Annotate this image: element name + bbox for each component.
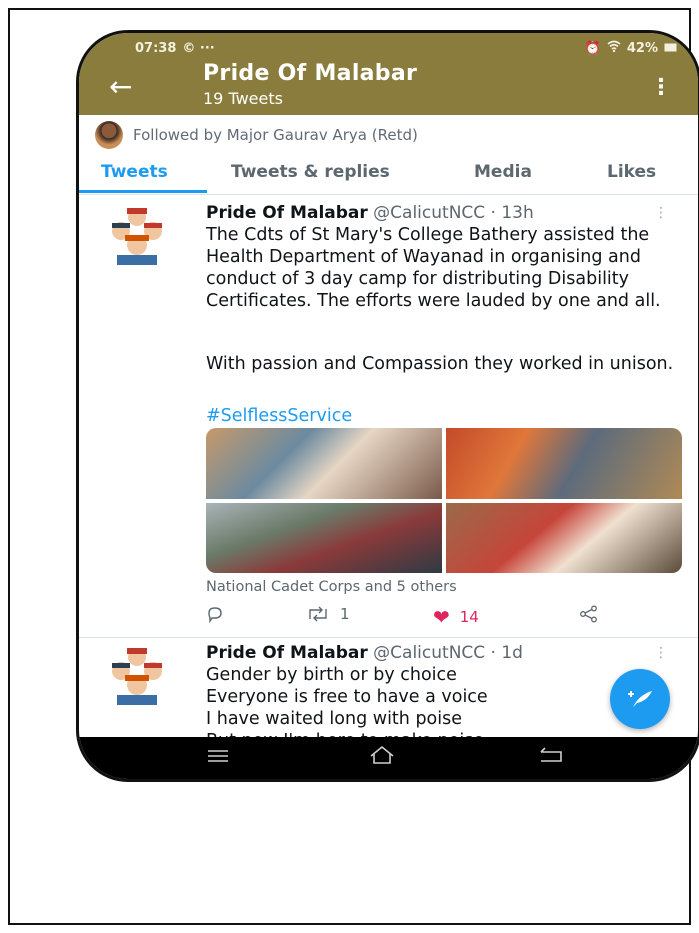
tweet-photo[interactable]	[206, 428, 442, 499]
hashtag-link[interactable]: #SelflessService	[206, 405, 681, 427]
avatar[interactable]	[105, 645, 169, 709]
followed-by-row[interactable]: Followed by Major Gaurav Arya (Retd)	[95, 121, 418, 149]
tweet-text: The Cdts of St Mary's College Bathery as…	[206, 225, 661, 311]
reply-button[interactable]	[206, 605, 224, 623]
heart-icon: ❤	[433, 605, 450, 629]
battery-icon	[664, 41, 678, 56]
tweet-actions: 1 ❤ 14	[206, 605, 626, 629]
battery-level: 42%	[626, 40, 658, 56]
tweet-count: 19 Tweets	[203, 89, 283, 108]
retweet-icon	[309, 606, 327, 622]
tweet-photo[interactable]	[446, 502, 682, 573]
back-nav-icon[interactable]	[537, 745, 565, 770]
profile-header: 07:38 © ··· ⏰ 42% ← Pride Of Malabar 19 …	[79, 33, 698, 115]
retweet-count: 1	[340, 605, 350, 623]
kebab-icon[interactable]: ⋮	[650, 75, 672, 100]
tweet-photo[interactable]	[446, 428, 682, 499]
tweet-handle: @CalicutNCC · 13h	[373, 203, 534, 223]
tweet-header: Pride Of Malabar @CalicutNCC · 13h	[206, 203, 534, 223]
active-tab-indicator	[79, 190, 207, 193]
reply-icon	[208, 607, 222, 623]
tweet-author[interactable]: Pride Of Malabar	[206, 643, 368, 663]
status-left-icons: © ···	[182, 40, 215, 56]
alarm-icon: ⏰	[584, 40, 601, 56]
tweet-media-grid	[206, 428, 682, 573]
compose-tweet-button[interactable]	[610, 669, 670, 729]
avatar[interactable]	[105, 205, 169, 269]
like-count: 14	[459, 608, 479, 626]
status-right-icons: ⏰ 42%	[585, 40, 678, 56]
home-icon[interactable]	[369, 745, 395, 771]
tweet-text: With passion and Compassion they worked …	[206, 354, 674, 374]
arrow-left-icon[interactable]: ←	[109, 73, 132, 101]
tweet-line: I have waited long with poise	[206, 709, 463, 729]
compose-icon	[628, 691, 652, 707]
tab-media[interactable]: Media	[474, 162, 532, 182]
tab-likes[interactable]: Likes	[607, 162, 656, 182]
share-button[interactable]	[579, 605, 599, 623]
avatar	[95, 121, 123, 149]
share-icon	[580, 605, 597, 623]
tweet-header: Pride Of Malabar @CalicutNCC · 1d	[206, 643, 523, 663]
tweet-handle: @CalicutNCC · 1d	[373, 643, 523, 663]
android-nav-bar	[79, 737, 698, 779]
retweet-button[interactable]: 1	[306, 605, 350, 623]
profile-tabs: Tweets Tweets & replies Media Likes	[79, 156, 698, 195]
like-button[interactable]: ❤ 14	[433, 605, 479, 629]
kebab-icon[interactable]: ⋮	[654, 205, 668, 221]
tweet-line: Gender by birth or by choice	[206, 665, 457, 685]
status-bar: 07:38 © ··· ⏰ 42%	[135, 38, 678, 58]
tweet-author[interactable]: Pride Of Malabar	[206, 203, 368, 223]
photo-tags[interactable]: National Cadet Corps and 5 others	[206, 579, 457, 595]
menu-icon[interactable]	[207, 745, 229, 770]
tab-tweets[interactable]: Tweets	[101, 162, 168, 182]
phone-screen: 07:38 © ··· ⏰ 42% ← Pride Of Malabar 19 …	[76, 30, 699, 782]
tweet-divider	[79, 637, 698, 638]
wifi-icon	[607, 40, 621, 56]
tweet-photo[interactable]	[206, 502, 442, 573]
followed-by-text: Followed by Major Gaurav Arya (Retd)	[133, 126, 418, 144]
kebab-icon[interactable]: ⋮	[654, 645, 668, 661]
profile-title: Pride Of Malabar	[203, 61, 418, 86]
status-time: 07:38	[135, 40, 177, 56]
tab-tweets-and-replies[interactable]: Tweets & replies	[231, 162, 390, 182]
